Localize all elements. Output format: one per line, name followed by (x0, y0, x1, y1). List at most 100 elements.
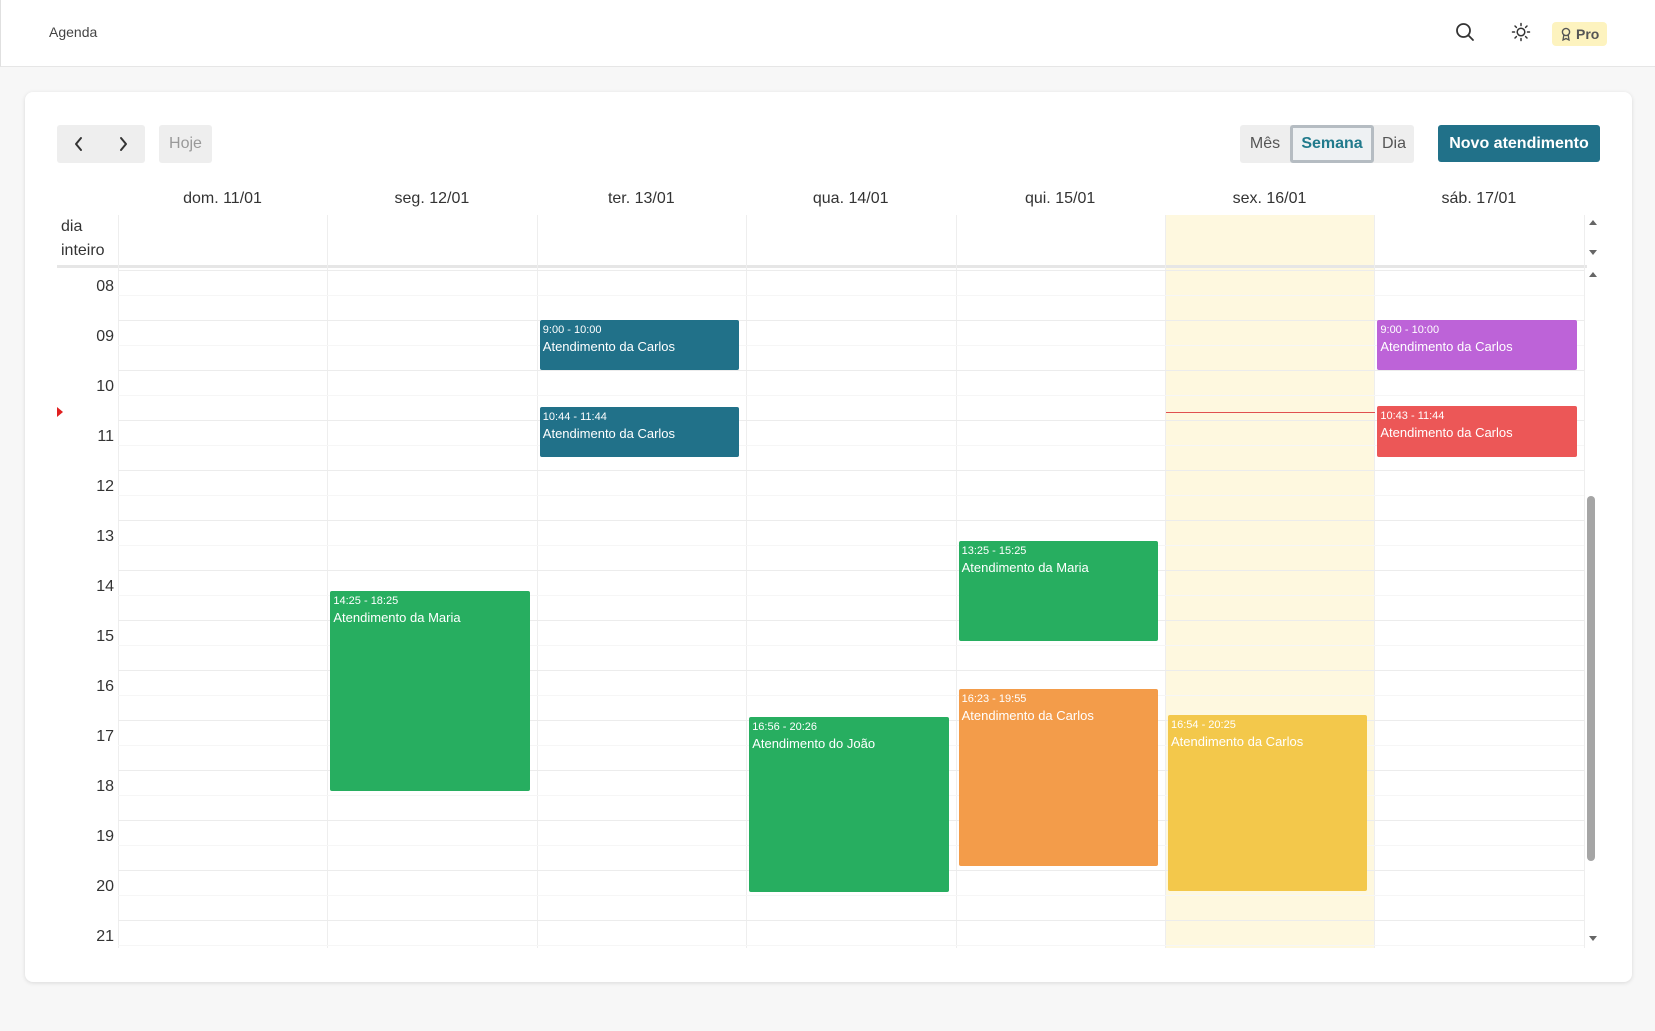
event-time: 10:43 - 11:44 (1380, 409, 1445, 422)
hour-label: 12 (96, 478, 114, 495)
hour-label: 15 (96, 628, 114, 645)
grid-column-line (536, 215, 538, 948)
event-time: 14:25 - 18:25 (333, 594, 399, 607)
grid-row-line (118, 470, 1584, 471)
pro-label: Pro (1576, 26, 1600, 42)
grid-column-line (955, 215, 957, 948)
day-header[interactable]: qua. 14/01 (746, 190, 955, 208)
view-switcher: Mês Semana Dia (1240, 125, 1414, 163)
event-title: Atendimento da Carlos (1171, 734, 1304, 749)
view-week-button[interactable]: Semana (1290, 125, 1374, 163)
hour-label: 10 (96, 378, 114, 395)
hour-label: 08 (96, 278, 114, 295)
event-title: Atendimento do João (752, 735, 876, 751)
grid-row-line (118, 895, 1584, 896)
calendar-event[interactable]: 14:25 - 18:25 Atendimento da Maria (330, 590, 530, 791)
grid-row-line (118, 420, 1584, 421)
event-time: 13:25 - 15:25 (961, 544, 1027, 557)
grid-row-line (118, 495, 1584, 496)
grid-row-line (118, 445, 1584, 446)
sun-icon[interactable] (1507, 18, 1535, 46)
allday-separator (57, 265, 1587, 268)
event-title: Atendimento da Carlos (542, 339, 676, 354)
hour-label: 14 (96, 578, 114, 595)
pro-badge[interactable]: Pro (1552, 22, 1608, 46)
grid-row-line (118, 520, 1584, 521)
grid-row-line (118, 370, 1584, 371)
calendar-event[interactable]: 16:23 - 19:55 Atendimento da Carlos (958, 689, 1158, 866)
allday-scroll-up-icon[interactable] (1589, 220, 1597, 225)
event-time: 16:23 - 19:55 (961, 693, 1027, 706)
scroll-down-icon[interactable] (1589, 936, 1597, 941)
grid-row-line (118, 320, 1584, 321)
new-appointment-button[interactable]: Novo atendimento (1438, 125, 1600, 162)
grid-row-line (118, 570, 1584, 571)
grid-row-line (118, 920, 1584, 921)
calendar-event[interactable]: 16:56 - 20:26 Atendimento do João (749, 716, 949, 892)
event-time: 9:00 - 10:00 (542, 324, 602, 336)
grid-column-line (118, 215, 119, 948)
chevron-right-icon (120, 137, 127, 151)
grid-column-line (746, 215, 748, 948)
hour-label: 09 (96, 328, 114, 345)
search-icon[interactable] (1451, 18, 1479, 46)
event-time: 10:44 - 11:44 (542, 410, 607, 423)
calendar-event[interactable]: 9:00 - 10:00 Atendimento da Carlos (1377, 320, 1577, 370)
award-icon (1561, 27, 1571, 41)
day-header[interactable]: seg. 12/01 (327, 190, 536, 208)
scroll-up-icon[interactable] (1589, 272, 1597, 277)
calendar-event[interactable]: 13:25 - 15:25 Atendimento da Maria (958, 540, 1158, 641)
view-day-button[interactable]: Dia (1374, 125, 1414, 163)
allday-label: dia inteiro (61, 215, 105, 263)
top-bar: Agenda Pro (0, 0, 1655, 67)
now-indicator-line (1166, 412, 1375, 413)
grid-row-line (118, 295, 1584, 296)
grid-row-line (118, 395, 1584, 396)
event-title: Atendimento da Carlos (1380, 339, 1513, 354)
event-time: 16:54 - 20:25 (1171, 719, 1236, 731)
scrollbar-thumb[interactable] (1587, 496, 1595, 861)
event-title: Atendimento da Maria (961, 559, 1089, 575)
now-indicator-arrow (57, 407, 63, 417)
today-button[interactable]: Hoje (159, 125, 212, 163)
event-title: Atendimento da Carlos (542, 425, 676, 441)
hour-label: 16 (96, 678, 114, 695)
grid-row-line (118, 345, 1584, 346)
day-header[interactable]: sex. 16/01 (1165, 190, 1374, 208)
day-header[interactable]: qui. 15/01 (956, 190, 1165, 208)
grid-column-line (1583, 215, 1585, 948)
event-title: Atendimento da Maria (333, 609, 461, 625)
allday-label-line: inteiro (61, 242, 105, 259)
day-header[interactable]: sáb. 17/01 (1374, 190, 1583, 208)
hour-label: 11 (97, 428, 114, 445)
grid-column-line (327, 215, 329, 948)
chevron-left-icon (75, 137, 82, 151)
next-button[interactable] (101, 125, 145, 163)
grid-column-line (1374, 215, 1376, 948)
grid-row-line (118, 270, 1584, 271)
calendar-event[interactable]: 10:44 - 11:44 Atendimento da Carlos (539, 406, 740, 457)
event-title: Atendimento da Carlos (961, 708, 1094, 724)
grid-row-line (118, 545, 1584, 546)
event-time: 16:56 - 20:26 (752, 720, 818, 733)
hour-label: 13 (96, 528, 114, 545)
nav-group (57, 125, 145, 163)
allday-label-line: dia (61, 218, 83, 235)
calendar-event[interactable]: 9:00 - 10:00 Atendimento da Carlos (539, 320, 740, 370)
day-header[interactable]: dom. 11/01 (118, 190, 327, 208)
event-time: 9:00 - 10:00 (1380, 324, 1440, 336)
allday-scroll-down-icon[interactable] (1589, 250, 1597, 255)
hour-label: 17 (96, 728, 114, 745)
hour-label: 20 (96, 878, 114, 895)
grid-row-line (118, 945, 1584, 946)
hour-label: 18 (96, 778, 114, 795)
hour-label: 21 (96, 928, 114, 945)
prev-button[interactable] (57, 125, 101, 163)
calendar-event[interactable]: 10:43 - 11:44 Atendimento da Carlos (1377, 405, 1577, 457)
hour-label: 19 (96, 828, 114, 845)
view-month-button[interactable]: Mês (1240, 125, 1290, 163)
grid-column-line (1165, 215, 1166, 948)
calendar-event[interactable]: 16:54 - 20:25 Atendimento da Carlos (1168, 715, 1368, 891)
event-title: Atendimento da Carlos (1380, 424, 1513, 440)
day-header[interactable]: ter. 13/01 (537, 190, 746, 208)
